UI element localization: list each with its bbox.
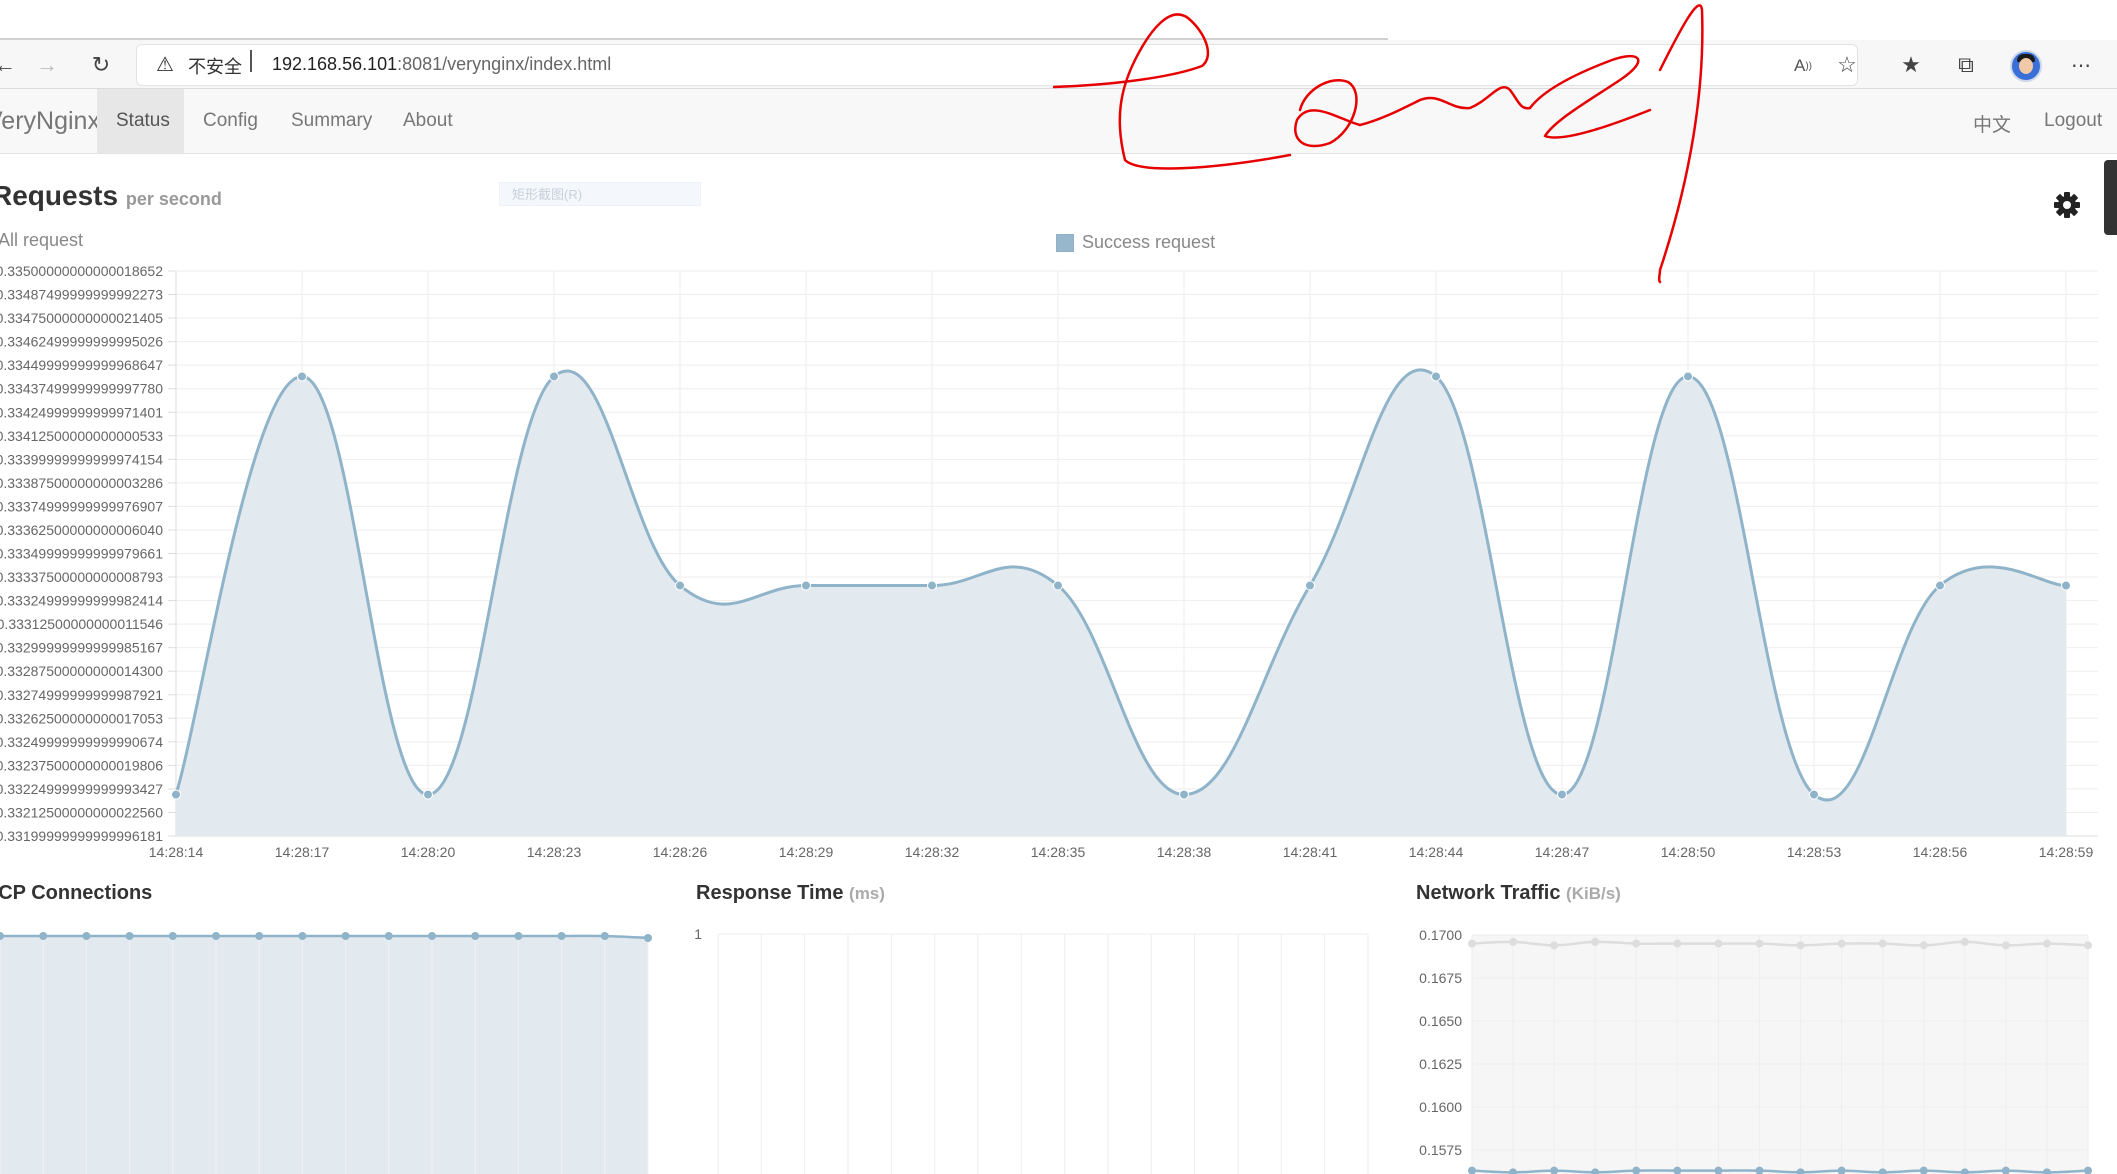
data-point: [1683, 371, 1693, 382]
y-tick-label: 0.33362500000000006040: [0, 522, 163, 538]
y-tick-label: 0.33299999999999985167: [0, 640, 163, 656]
x-tick-label: 14:28:26: [653, 844, 708, 860]
y-tick-label: 0.33324999999999982414: [0, 593, 163, 609]
x-tick-label: 14:28:29: [779, 844, 834, 860]
x-tick-label: 14:28:23: [527, 844, 582, 860]
x-tick-label: 14:28:59: [2039, 844, 2094, 860]
data-point: [1053, 580, 1063, 591]
data-point: [801, 580, 811, 591]
response-unit: (ms): [849, 884, 885, 903]
x-tick-label: 14:28:47: [1535, 844, 1590, 860]
y-tick-label: 0.33249999999999990674: [0, 734, 163, 750]
y-tick-label: 0.33387500000000003286: [0, 475, 163, 491]
data-point: [1305, 580, 1315, 591]
y-tick-label: 0.33287500000000014300: [0, 663, 163, 679]
network-unit: (KiB/s): [1566, 884, 1621, 903]
series-area: [176, 369, 2066, 836]
data-point: [1557, 789, 1567, 800]
y-tick-label: 0.33374999999999976907: [0, 498, 163, 514]
y-tick-label: 0.33437499999999997780: [0, 381, 163, 397]
data-point: [2061, 580, 2071, 591]
x-tick-label: 14:28:56: [1913, 844, 1968, 860]
data-point: [675, 580, 685, 591]
y-tick-label: 0.33224999999999993427: [0, 781, 163, 797]
x-tick-label: 14:28:41: [1283, 844, 1338, 860]
response-panel-title: Response Time (ms): [696, 882, 885, 905]
requests-chart: 0.33500000000000018652 0.3348749999999999…: [0, 263, 2098, 860]
network-title-text: Network Traffic: [1416, 882, 1561, 904]
y-tick-label: 0.33349999999999979661: [0, 546, 163, 562]
y-tick-label: 0.33337500000000008793: [0, 569, 163, 585]
data-point: [1431, 371, 1441, 382]
tcp-panel-title: TCP Connections: [0, 882, 153, 904]
y-tick-label: 0.33237500000000019806: [0, 757, 163, 773]
x-tick-label: 14:28:50: [1661, 844, 1716, 860]
x-tick-label: 14:28:14: [149, 844, 204, 860]
data-point: [297, 371, 307, 382]
y-tick-label: 0.33449999999999968647: [0, 357, 163, 373]
y-tick-label: 0.33412500000000000533: [0, 428, 163, 444]
x-tick-label: 14:28:17: [275, 844, 330, 860]
y-tick-label: 0.33500000000000018652: [0, 263, 163, 279]
response-title-text: Response Time: [696, 882, 844, 904]
y-tick-label: 0.33462499999999995026: [0, 334, 163, 350]
y-tick-label: 0.33475000000000021405: [0, 310, 163, 326]
network-panel-title: Network Traffic (KiB/s): [1416, 882, 1621, 905]
data-point: [549, 371, 559, 382]
x-tick-label: 14:28:20: [401, 844, 456, 860]
data-point: [423, 789, 433, 800]
y-tick-label: 0.33274999999999987921: [0, 687, 163, 703]
x-tick-label: 14:28:38: [1157, 844, 1212, 860]
x-tick-label: 14:28:44: [1409, 844, 1464, 860]
x-tick-label: 14:28:32: [905, 844, 960, 860]
y-tick-label: 0.33212500000000022560: [0, 804, 163, 820]
y-tick-label: 0.33199999999999996181: [0, 828, 163, 844]
y-tick-label: 0.33399999999999974154: [0, 451, 163, 467]
y-tick-label: 0.33312500000000011546: [0, 616, 163, 632]
data-point: [171, 789, 181, 800]
x-tick-label: 14:28:53: [1787, 844, 1842, 860]
y-tick-label: 0.33424999999999971401: [0, 404, 163, 420]
data-point: [1935, 580, 1945, 591]
data-point: [1809, 789, 1819, 800]
y-tick-label: 0.33262500000000017053: [0, 710, 163, 726]
y-tick-label: 0.33487499999999992273: [0, 287, 163, 303]
data-point: [927, 580, 937, 591]
data-point: [1179, 789, 1189, 800]
x-tick-label: 14:28:35: [1031, 844, 1086, 860]
